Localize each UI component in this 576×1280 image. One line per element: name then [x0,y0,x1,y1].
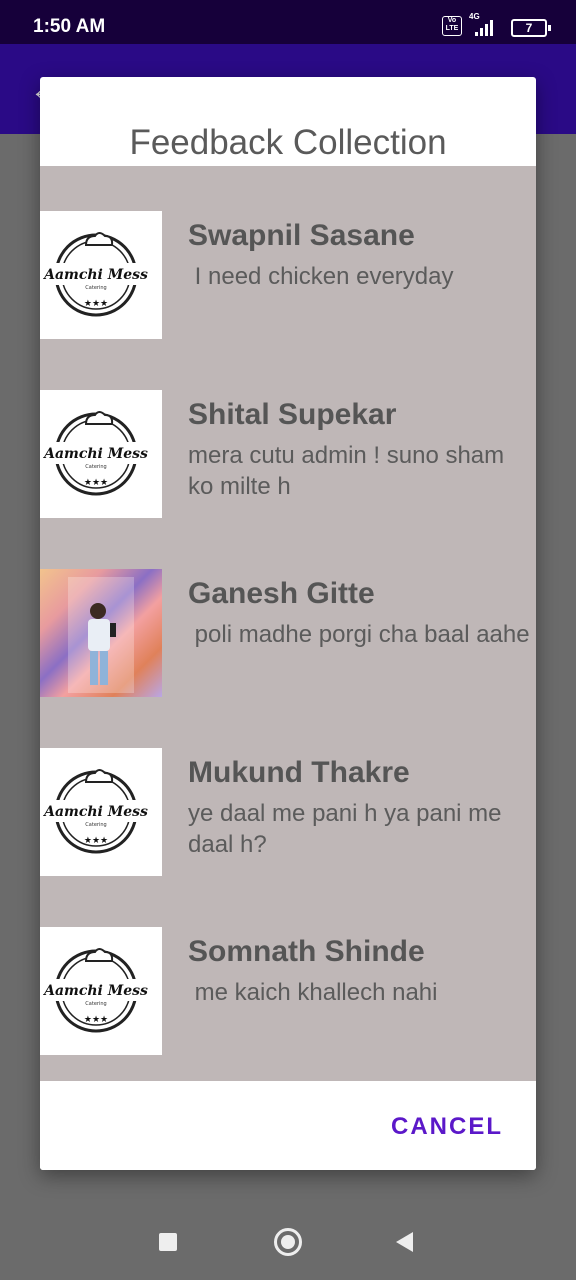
list-item[interactable]: Ganesh Gitte poli madhe porgi cha baal a… [40,569,536,699]
item-name: Swapnil Sasane [188,219,415,252]
svg-text:★★★: ★★★ [84,477,108,487]
item-name: Somnath Shinde [188,935,425,968]
volte-icon: Vo LTE [442,16,462,36]
svg-text:Aamchi Mess: Aamchi Mess [42,267,148,283]
svg-text:★★★: ★★★ [84,1014,108,1024]
svg-text:Aamchi Mess: Aamchi Mess [42,983,148,999]
item-name: Ganesh Gitte [188,577,375,610]
aamchi-mess-logo-icon: Aamchi Mess Catering ★★★ [40,927,162,1055]
svg-text:Aamchi Mess: Aamchi Mess [42,446,148,462]
item-message: poli madhe porgi cha baal aahe [188,621,530,648]
circle-home-icon[interactable] [274,1228,302,1256]
svg-text:★★★: ★★★ [84,298,108,308]
signal-icon: 4G [469,12,499,43]
item-name: Mukund Thakre [188,756,410,789]
item-message: ye daal me pani h ya pani me daal h? [188,800,509,858]
item-message: mera cutu admin ! suno sham ko milte h [188,442,511,500]
item-message: me kaich khallech nahi [188,979,438,1006]
list-item[interactable]: Aamchi Mess Catering ★★★ Swapnil Sasane … [40,211,536,341]
svg-text:Catering: Catering [85,285,106,291]
triangle-back-icon[interactable] [396,1232,413,1252]
list-item[interactable]: Aamchi Mess Catering ★★★ Mukund Thakre y… [40,748,536,878]
aamchi-mess-logo-icon: Aamchi Mess Catering ★★★ [40,748,162,876]
battery-icon: 7 [511,19,551,37]
item-message: I need chicken everyday [188,263,454,290]
square-recent-icon[interactable] [159,1233,177,1251]
feedback-list[interactable]: Aamchi Mess Catering ★★★ Swapnil Sasane … [40,166,536,1081]
user-photo-icon [40,569,162,697]
svg-text:★★★: ★★★ [84,835,108,845]
aamchi-mess-logo-icon: Aamchi Mess Catering ★★★ [40,390,162,518]
status-time: 1:50 AM [33,16,106,37]
cancel-button[interactable]: CANCEL [391,1113,503,1141]
status-bar: 1:50 AM Vo LTE 4G 7 [0,0,576,44]
svg-text:Catering: Catering [85,1001,106,1007]
dialog-footer: CANCEL [40,1081,536,1170]
list-item[interactable]: Aamchi Mess Catering ★★★ Somnath Shinde … [40,927,536,1057]
item-name: Shital Supekar [188,398,397,431]
feedback-dialog: Feedback Collection Aamchi Mess Catering… [40,77,536,1170]
network-type: 4G [469,12,480,21]
svg-text:Catering: Catering [85,464,106,470]
dialog-title: Feedback Collection [129,123,447,162]
navigation-bar [0,1204,576,1280]
aamchi-mess-logo-icon: Aamchi Mess Catering ★★★ [40,211,162,339]
svg-text:Aamchi Mess: Aamchi Mess [42,804,148,820]
svg-text:Catering: Catering [85,822,106,828]
list-item[interactable]: Aamchi Mess Catering ★★★ Shital Supekar … [40,390,536,520]
